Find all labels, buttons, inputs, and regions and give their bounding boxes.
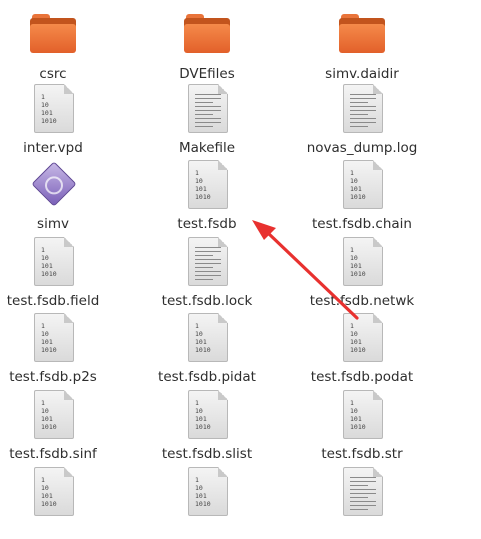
annotation-arrow (252, 220, 359, 320)
